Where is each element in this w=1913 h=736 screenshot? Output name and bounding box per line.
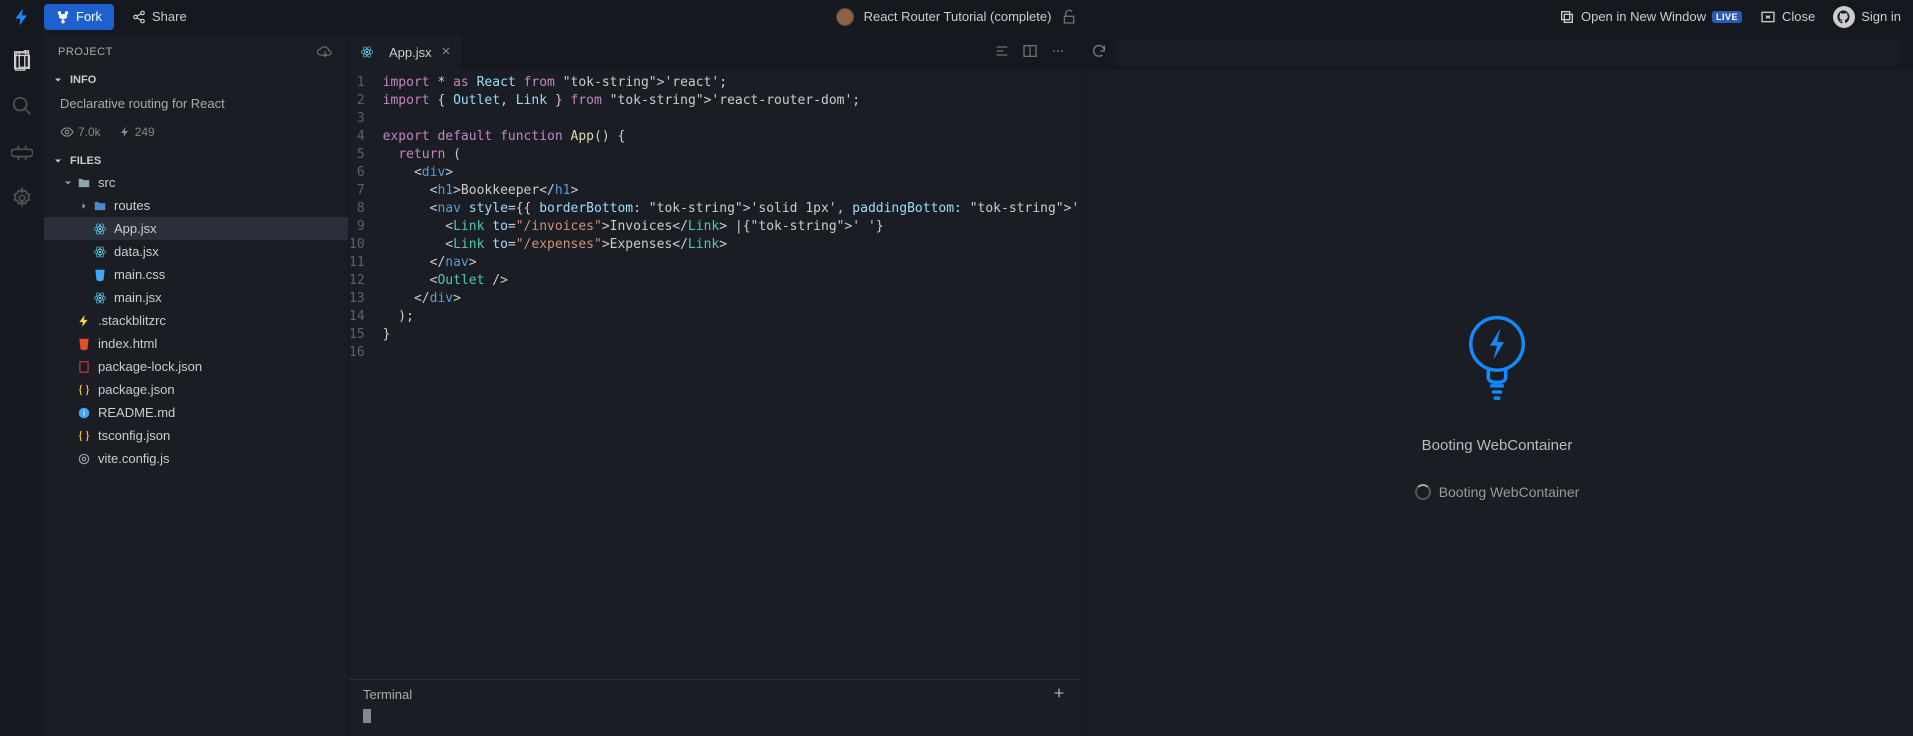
share-icon xyxy=(132,10,146,24)
info-section-label: INFO xyxy=(70,74,96,86)
lock-open-icon xyxy=(1061,9,1077,25)
new-terminal-icon[interactable] xyxy=(1052,686,1066,703)
close-window-icon xyxy=(1760,9,1776,25)
project-title-area: React Router Tutorial (complete) xyxy=(836,8,1078,26)
file-readme[interactable]: i README.md xyxy=(44,401,348,424)
open-new-window-button[interactable]: Open in New Window LIVE xyxy=(1559,9,1742,25)
file-package-lock[interactable]: package-lock.json xyxy=(44,355,348,378)
more-icon[interactable] xyxy=(1050,43,1066,62)
reload-preview-icon[interactable] xyxy=(1091,43,1107,62)
split-editor-icon[interactable] xyxy=(1022,43,1038,62)
owner-avatar[interactable] xyxy=(836,8,854,26)
info-section-toggle[interactable]: INFO xyxy=(44,70,348,90)
react-file-icon xyxy=(92,290,108,306)
svg-text:i: i xyxy=(83,410,85,417)
close-tab-icon[interactable] xyxy=(440,45,452,60)
react-file-icon xyxy=(92,244,108,260)
chevron-down-icon xyxy=(52,155,64,167)
tab-label: App.jsx xyxy=(389,45,432,60)
file-data-jsx[interactable]: data.jsx xyxy=(44,240,348,263)
files-section-label: FILES xyxy=(70,155,101,167)
preview-status: Booting WebContainer xyxy=(1422,437,1573,454)
folder-icon xyxy=(76,175,92,191)
project-title[interactable]: React Router Tutorial (complete) xyxy=(864,9,1052,24)
file-main-jsx[interactable]: main.jsx xyxy=(44,286,348,309)
stackblitz-logo-icon[interactable] xyxy=(0,7,44,27)
folder-icon xyxy=(92,198,108,214)
sign-in-button[interactable]: Sign in xyxy=(1833,6,1901,28)
ports-tab-icon[interactable] xyxy=(10,140,34,164)
file-vite-config[interactable]: vite.config.js xyxy=(44,447,348,470)
chevron-down-icon xyxy=(52,74,64,86)
file-app-jsx[interactable]: App.jsx xyxy=(44,217,348,240)
css-file-icon xyxy=(92,267,108,283)
loading-spinner-icon xyxy=(1415,484,1431,500)
fork-label: Fork xyxy=(76,9,102,24)
chevron-down-icon xyxy=(62,177,74,189)
bolt-file-icon xyxy=(76,313,92,329)
react-file-icon xyxy=(359,44,375,60)
info-file-icon: i xyxy=(76,405,92,421)
file-stackblitzrc[interactable]: .stackblitzrc xyxy=(44,309,348,332)
fork-small-icon xyxy=(119,126,131,138)
editor-tab[interactable]: App.jsx xyxy=(349,34,463,70)
terminal-label[interactable]: Terminal xyxy=(363,687,412,702)
preview-body: Booting WebContainer Booting WebContaine… xyxy=(1081,70,1913,736)
fork-button[interactable]: Fork xyxy=(44,4,114,30)
terminal-body[interactable] xyxy=(349,709,1080,727)
json-file-icon xyxy=(76,428,92,444)
views-stat: 7.0k xyxy=(60,125,101,139)
share-button[interactable]: Share xyxy=(124,4,195,30)
folder-routes[interactable]: routes xyxy=(44,194,348,217)
sign-in-label: Sign in xyxy=(1861,9,1901,24)
file-tsconfig[interactable]: tsconfig.json xyxy=(44,424,348,447)
sidebar-title: PROJECT xyxy=(58,46,113,58)
info-description: Declarative routing for React xyxy=(44,90,348,121)
terminal-panel: Terminal xyxy=(349,679,1080,736)
external-window-icon xyxy=(1559,9,1575,25)
code-editor[interactable]: 12345678910111213141516 import * as Reac… xyxy=(349,70,1080,679)
folder-src[interactable]: src xyxy=(44,171,348,194)
editor-area: App.jsx 12345678910111213141516 import *… xyxy=(349,34,1080,736)
file-package-json[interactable]: package.json xyxy=(44,378,348,401)
file-index-html[interactable]: index.html xyxy=(44,332,348,355)
files-section-toggle[interactable]: FILES xyxy=(44,151,348,171)
live-badge: LIVE xyxy=(1712,11,1742,23)
file-main-css[interactable]: main.css xyxy=(44,263,348,286)
topbar: Fork Share React Router Tutorial (comple… xyxy=(0,0,1913,34)
react-file-icon xyxy=(92,221,108,237)
open-new-window-label: Open in New Window xyxy=(1581,9,1706,24)
lightbulb-bolt-icon xyxy=(1462,307,1532,407)
json-lock-icon xyxy=(76,359,92,375)
preview-url-bar[interactable] xyxy=(1115,39,1899,65)
explorer-tab-icon[interactable] xyxy=(10,48,34,72)
html-file-icon xyxy=(76,336,92,352)
github-icon xyxy=(1833,6,1855,28)
format-icon[interactable] xyxy=(994,43,1010,62)
preview-substatus: Booting WebContainer xyxy=(1439,484,1580,500)
fork-icon xyxy=(56,10,70,24)
json-file-icon xyxy=(76,382,92,398)
preview-toolbar xyxy=(1081,34,1913,70)
search-tab-icon[interactable] xyxy=(10,94,34,118)
file-tree: src routes App.jsx data.jsx xyxy=(44,171,348,470)
chevron-right-icon xyxy=(78,200,90,212)
share-label: Share xyxy=(152,9,187,24)
close-label: Close xyxy=(1782,9,1815,24)
cloud-download-icon[interactable] xyxy=(316,43,334,61)
close-button[interactable]: Close xyxy=(1760,9,1815,25)
activity-bar xyxy=(0,34,44,736)
eye-icon xyxy=(60,125,74,139)
settings-tab-icon[interactable] xyxy=(10,186,34,210)
forks-stat: 249 xyxy=(119,125,155,139)
sidebar: PROJECT INFO Declarative routing for Rea… xyxy=(44,34,349,736)
config-file-icon xyxy=(76,451,92,467)
